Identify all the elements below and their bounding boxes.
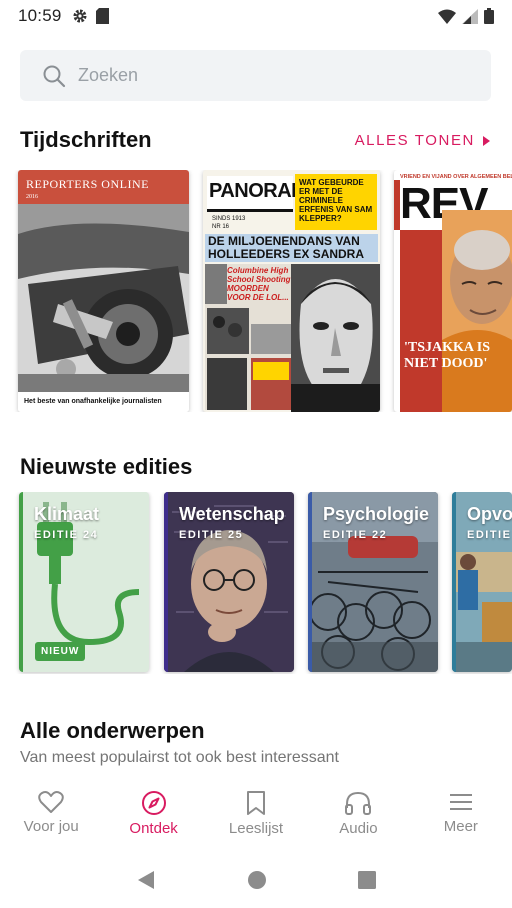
recents-icon[interactable] (358, 871, 377, 889)
magazine-tagline: Het beste van onafhankelijke journaliste… (18, 392, 189, 412)
heart-icon (38, 791, 64, 813)
show-all-label: ALLES TONEN (354, 132, 475, 149)
topics-subtitle: Van meest populairst tot ook best intere… (20, 749, 339, 766)
magazines-carousel[interactable]: REPORTERS ONLINE 2016 Het beste van onaf… (0, 170, 512, 412)
editions-carousel[interactable]: Klimaat EDITIE 24 NIEUW Wetenschap EDITI… (0, 492, 512, 674)
nav-item-audio[interactable]: Audio (307, 780, 409, 852)
nav-label: Audio (339, 820, 378, 837)
search-input[interactable]: Zoeken (20, 50, 491, 101)
typewriter-photo (18, 204, 189, 392)
chevron-right-icon (483, 135, 490, 146)
edition-card-wetenschap[interactable]: Wetenschap EDITIE 25 (164, 492, 294, 672)
magazine-story: Columbine High School Shooting MOORDEN V… (227, 266, 291, 302)
nav-label: Ontdek (129, 820, 178, 837)
portrait-photo (442, 210, 512, 412)
edition-title: Wetenschap (179, 504, 285, 524)
search-icon (43, 65, 66, 87)
magazine-issue: SINDS 1913 (212, 216, 246, 222)
portrait-photo (291, 264, 380, 412)
magazine-masthead: PANORAMA (209, 180, 322, 202)
home-icon[interactable] (247, 870, 267, 890)
compass-icon (141, 791, 166, 815)
edition-title: Klimaat (34, 504, 100, 524)
edition-subtitle: EDITIE 24 (34, 529, 99, 541)
edition-title: Opvo (467, 504, 512, 524)
magazine-masthead-sub: 2016 (26, 194, 38, 200)
edition-subtitle: EDITIE 22 (323, 529, 388, 541)
magazine-teaser: WAT GEBEURDE ER MET DE CRIMINELE ERFENIS… (295, 174, 377, 230)
nav-item-voor-jou[interactable]: Voor jou (0, 780, 102, 852)
headphones-icon (345, 791, 372, 815)
nav-item-meer[interactable]: Meer (410, 780, 512, 852)
nav-item-ontdek[interactable]: Ontdek (102, 780, 204, 852)
back-icon[interactable] (136, 869, 156, 891)
edition-title: Psychologie (323, 504, 430, 524)
topics-heading: Alle onderwerpen (20, 718, 205, 743)
wifi-icon (438, 9, 456, 24)
magazine-banner-headline: DE MILJOENENDANS VAN HOLLEEDERS EX SANDR… (205, 234, 378, 262)
status-bar: 10:59 (0, 0, 512, 32)
edition-subtitle: EDITIE 25 (179, 529, 244, 541)
magazine-cover-panorama[interactable]: PANORAMA SINDS 1913 NR 16 WAT GEBEURDE E… (203, 170, 380, 412)
magazine-issue-number: NR 16 (212, 224, 230, 230)
magazine-cover-revu[interactable]: VRIEND EN VIJAND OVER ALGEMEEN BELANG RE… (394, 170, 512, 412)
nav-label: Leeslijst (228, 820, 284, 837)
edition-card-psychologie[interactable]: Psychologie EDITIE 22 (308, 492, 438, 672)
battery-icon (484, 8, 494, 24)
edition-card-opvoeding[interactable]: Opvo EDITIE (452, 492, 512, 672)
sd-card-icon (95, 8, 109, 24)
menu-icon (449, 794, 472, 810)
magazine-cover-quote: 'TSJAKKA IS NIET DOOD' (404, 340, 490, 371)
bottom-navigation: Voor jou Ontdek Leeslijst Audio Meer (0, 780, 512, 852)
magazine-cover-reporters-online[interactable]: REPORTERS ONLINE 2016 Het beste van onaf… (18, 170, 189, 412)
magazine-masthead: REPORTERS ONLINE (26, 177, 149, 191)
new-badge: NIEUW (35, 642, 86, 661)
edition-card-klimaat[interactable]: Klimaat EDITIE 24 NIEUW (19, 492, 149, 672)
bookmark-icon (247, 791, 266, 815)
signal-icon (462, 8, 478, 24)
nav-item-leeslijst[interactable]: Leeslijst (205, 780, 307, 852)
show-all-button[interactable]: ALLES TONEN (355, 132, 490, 149)
settings-icon (73, 9, 87, 23)
magazine-sidebar-column (400, 230, 442, 412)
search-placeholder: Zoeken (78, 65, 139, 85)
system-navigation-bar (0, 852, 512, 908)
editions-heading: Nieuwste edities (20, 454, 193, 479)
magazines-heading: Tijdschriften (20, 127, 152, 152)
edition-subtitle: EDITIE (467, 529, 512, 541)
nav-label: Voor jou (23, 818, 79, 835)
nav-label: Meer (443, 818, 478, 835)
status-time: 10:59 (18, 6, 62, 25)
